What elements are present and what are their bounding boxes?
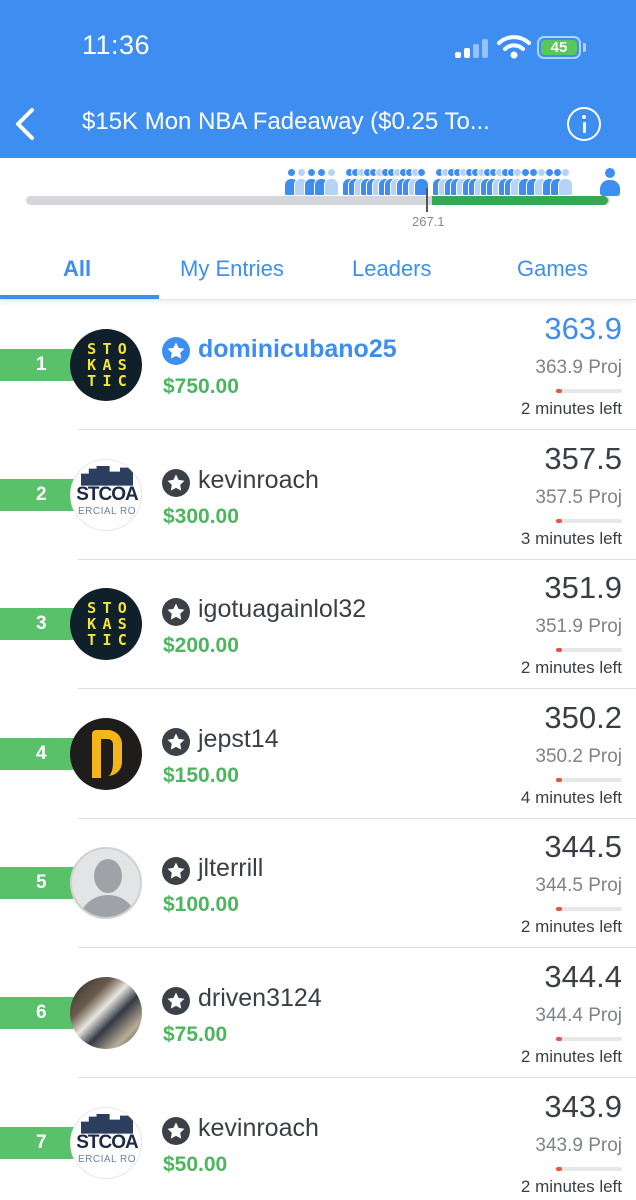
time-remaining-bar [556, 1037, 622, 1041]
battery-tip [583, 43, 586, 52]
projected-score: 357.5 Proj [535, 486, 622, 508]
prize-amount: $300.00 [163, 504, 239, 528]
battery-level: 45 [541, 40, 577, 55]
entrant-icon [558, 168, 573, 198]
username[interactable]: igotuagainlol32 [198, 595, 366, 624]
fantasy-score: 344.5 [544, 829, 622, 865]
star-icon [162, 1116, 190, 1145]
prize-amount: $50.00 [163, 1152, 228, 1176]
username[interactable]: jepst14 [198, 725, 279, 754]
leaderboard-row[interactable]: 5 jlterrill $100.00 344.5 344.5 Proj 2 minute… [0, 819, 636, 949]
time-remaining-bar [556, 907, 622, 912]
time-remaining: 2 minutes left [520, 1047, 622, 1066]
time-remaining-bar [556, 777, 622, 782]
prize-amount: $75.00 [163, 1023, 228, 1046]
fantasy-score: 344.4 [544, 959, 622, 994]
cash-line-value: 267.1 [412, 214, 445, 229]
status-time: 11:36 [82, 30, 151, 60]
leaderboard-row[interactable]: 4 jepst14 $150.00 350.2 350.2 Proj 4 minutes … [0, 690, 636, 819]
contest-title: $15K Mon NBA Fadeaway ($0.25 To... [82, 108, 490, 135]
time-remaining: 3 minutes left [520, 528, 622, 548]
leaderboard-row[interactable]: 6 driven3124 $75.00 344.4 344.4 Proj 2 minute… [0, 949, 636, 1078]
username[interactable]: driven3124 [198, 984, 322, 1013]
prize-amount: $150.00 [163, 763, 239, 787]
prize-amount: $100.00 [163, 893, 239, 917]
tab-my-entries[interactable]: My Entries [180, 256, 284, 282]
projected-score: 363.9 Proj [535, 357, 622, 378]
rank-badge: 1 [0, 349, 74, 381]
info-icon[interactable] [567, 107, 601, 141]
rank-badge: 5 [0, 867, 74, 900]
avatar: STCOA ERCIAL RO [70, 458, 142, 531]
projected-score: 344.5 Proj [535, 875, 622, 897]
battery-icon: 45 [537, 36, 581, 59]
tab-bar: All My Entries Leaders Games [0, 240, 636, 300]
time-remaining-bar [556, 1166, 622, 1171]
projected-score: 351.9 Proj [535, 616, 622, 638]
star-icon [162, 337, 190, 365]
time-remaining: 2 minutes left [520, 917, 622, 937]
avatar: STCOA ERCIAL RO [70, 1106, 142, 1179]
fantasy-score: 351.9 [544, 570, 622, 606]
star-icon [162, 987, 190, 1015]
avatar [70, 717, 142, 790]
time-remaining-bar [556, 518, 622, 523]
username[interactable]: dominicubano25 [198, 335, 397, 364]
time-remaining: 2 minutes left [520, 1176, 622, 1196]
prize-amount: $200.00 [163, 634, 239, 658]
cash-line-marker [426, 188, 428, 212]
cellular-signal-icon [455, 38, 489, 58]
star-icon [162, 598, 190, 627]
fantasy-score: 363.9 [544, 311, 622, 346]
avatar: STOKASTIC [70, 588, 142, 661]
username[interactable]: kevinroach [198, 1114, 319, 1143]
tab-leaders[interactable]: Leaders [352, 256, 432, 282]
fantasy-score: 350.2 [544, 699, 622, 735]
leaderboard-row[interactable]: 1 S T O K A S T I C dominicubano25 $750.00 363.9 363.… [0, 301, 636, 430]
time-remaining-bar [556, 648, 622, 653]
star-icon [162, 727, 190, 756]
username[interactable]: jlterrill [198, 854, 263, 883]
avatar-logo-text: STOKASTIC [87, 599, 127, 650]
entrant-markers [284, 168, 574, 198]
time-remaining: 2 minutes left [520, 658, 622, 678]
avatar-logo-text: STOKASTIC [87, 340, 127, 390]
avatar: STOKASTIC [70, 329, 142, 401]
projected-score: 350.2 Proj [535, 745, 622, 767]
prize-amount: $750.00 [163, 375, 239, 398]
leaderboard-row[interactable]: 3 S T O K A S T I C igotuagainlol32 $200.00 351.9 351… [0, 560, 636, 690]
fantasy-score: 343.9 [544, 1088, 622, 1124]
leaderboard-row[interactable]: 7 STCOA ERCIAL RO kevinroach $50.00 343.9 343.… [0, 1079, 636, 1200]
rank-badge: 2 [0, 478, 74, 511]
active-tab-indicator [0, 295, 159, 299]
tab-games[interactable]: Games [517, 256, 588, 282]
avatar [70, 847, 142, 920]
time-remaining: 2 minutes left [520, 399, 622, 418]
tab-all[interactable]: All [63, 256, 91, 282]
rank-badge: 4 [0, 737, 74, 770]
score-distribution: 267.1 [0, 158, 636, 240]
avatar [70, 977, 142, 1049]
rank-badge: 7 [0, 1126, 74, 1159]
rank-badge: 3 [0, 608, 74, 641]
projected-score: 344.4 Proj [535, 1005, 622, 1026]
fantasy-score: 357.5 [544, 440, 622, 476]
star-icon [162, 468, 190, 497]
entrant-icon [324, 168, 339, 198]
leaderboard-row[interactable]: 2 STCOA ERCIAL RO kevinroach $300.00 357.5 357… [0, 431, 636, 560]
rank-badge: 6 [0, 997, 74, 1029]
app-header: 11:36 45 $15K Mon NBA Fadeaway ($0.25 To… [0, 0, 636, 158]
time-remaining-bar [556, 389, 622, 393]
projected-score: 343.9 Proj [535, 1134, 622, 1156]
wifi-icon [497, 35, 531, 59]
star-icon [162, 857, 190, 886]
user-position-icon [599, 168, 621, 198]
back-arrow-icon[interactable] [10, 104, 44, 144]
username[interactable]: kevinroach [198, 466, 319, 495]
time-remaining: 4 minutes left [520, 787, 622, 807]
